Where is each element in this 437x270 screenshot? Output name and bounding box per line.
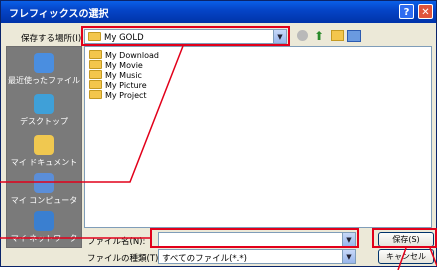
callout-line <box>0 45 184 183</box>
annotation-lines <box>0 45 437 270</box>
callout-line <box>397 247 407 270</box>
callout-line <box>429 247 437 267</box>
